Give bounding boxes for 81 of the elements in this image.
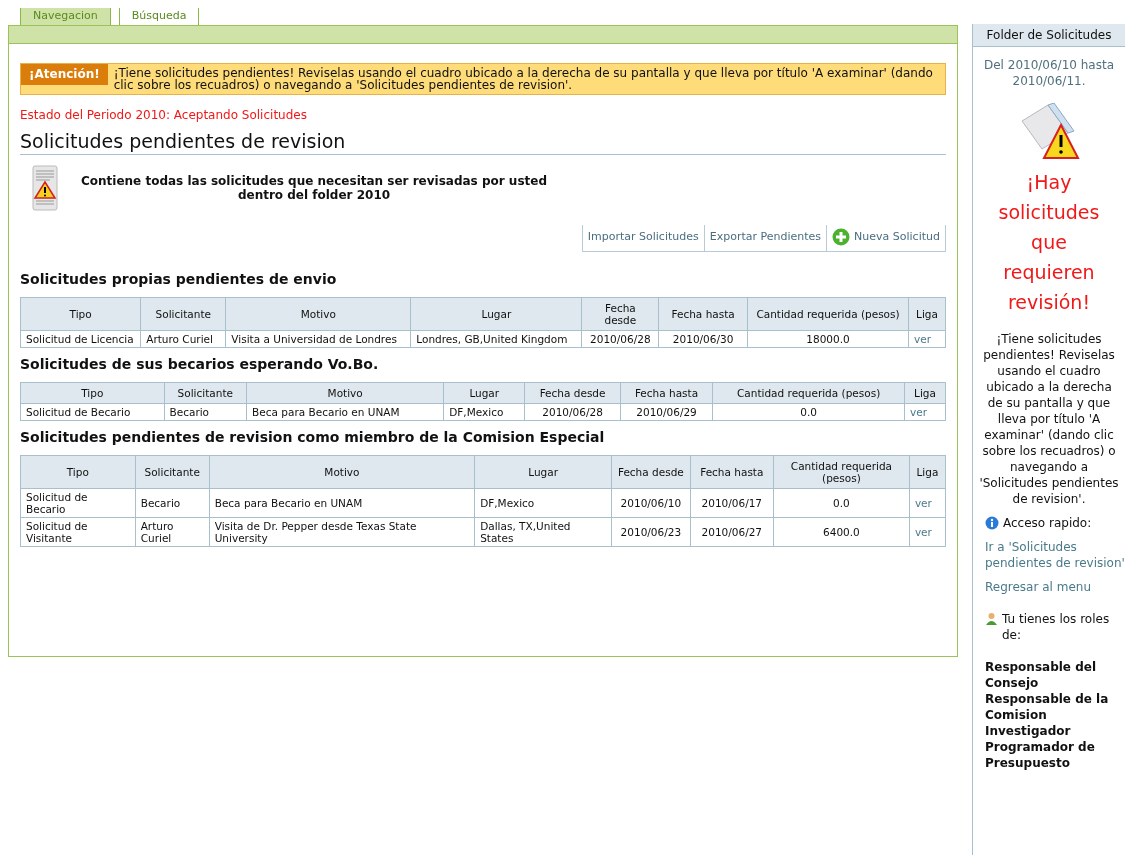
role-name: Responsable del Consejo xyxy=(985,659,1097,691)
sidebar-link[interactable]: Regresar al menu xyxy=(985,579,1125,595)
column-header: Fecha hasta xyxy=(658,297,748,331)
column-header: Tipo xyxy=(20,382,164,404)
table-cell: Londres, GB,United Kingdom xyxy=(410,330,582,348)
table-cell: Becario xyxy=(164,403,247,421)
column-header: Fecha desde xyxy=(611,455,691,489)
tab[interactable]: Navegacion xyxy=(20,8,111,25)
tab[interactable]: Búsqueda xyxy=(118,8,200,25)
table-cell: Beca para Becario en UNAM xyxy=(246,403,444,421)
pending-notice: ¡Tiene solicitudes pendientes! Reviselas usando el cuadro ubicado a la derecha de su pantalla y que lleva por título 'A examinar' (dando clic sobre los recuadros) o navegando a 'Solicitudes pendientes de revision'. xyxy=(978,331,1120,507)
column-header: Fecha desde xyxy=(581,297,659,331)
roles-label: Tu tienes los roles de: xyxy=(1002,611,1111,643)
role-name: Responsable de la Comision xyxy=(985,691,1110,723)
table-cell: Solicitud de Licencia xyxy=(20,330,141,348)
column-header: Lugar xyxy=(410,297,582,331)
table-cell: Solicitud de Visitante xyxy=(20,517,136,547)
sidebar-title: Folder de Solicitudes xyxy=(973,24,1125,47)
table-cell: Solicitud de Becario xyxy=(20,488,136,518)
add-icon xyxy=(832,227,851,246)
table-cell: 2010/06/27 xyxy=(690,517,774,547)
column-header: Liga xyxy=(904,382,946,404)
table-cell: Arturo Curiel xyxy=(140,330,226,348)
page-title: Solicitudes pendientes de revision xyxy=(20,130,946,155)
column-header: Motivo xyxy=(209,455,475,489)
table-cell: 2010/06/29 xyxy=(620,403,713,421)
alert-badge: ¡Atención! xyxy=(21,64,108,85)
column-header: Fecha hasta xyxy=(690,455,774,489)
column-header: Liga xyxy=(909,455,946,489)
column-header: Cantidad requerida (pesos) xyxy=(773,455,910,489)
column-header: Lugar xyxy=(443,382,525,404)
table-cell: Visita a Universidad de Londres xyxy=(225,330,411,348)
table-cell: 2010/06/17 xyxy=(690,488,774,518)
alert-message: ¡Tiene solicitudes pendientes! Reviselas usando el cuadro ubicado a la derecha de su pantalla y que lleva por título 'A examinar' (dando clic sobre los recuadros) o navegando a 'Solicitudes pendientes de revision'. xyxy=(112,65,934,94)
column-header: Motivo xyxy=(225,297,411,331)
quick-access-label: Acceso rapido: xyxy=(1003,515,1092,531)
action-link[interactable]: Exportar Pendientes xyxy=(703,224,827,252)
period-status: Estado del Periodo 2010: Aceptando Solicitudes xyxy=(20,107,308,124)
action-link[interactable]: Nueva Solicitud xyxy=(826,224,946,252)
action-link[interactable]: Importar Solicitudes xyxy=(581,224,704,252)
folder-description: Contiene todas las solicitudes que necesitan ser revisadas por usted dentro del folder 2010 xyxy=(80,173,548,202)
warning-message: ¡Hay solicitudes que requieren revisión! xyxy=(997,170,1101,315)
date-range: Del 2010/06/10 hasta 2010/06/11. xyxy=(983,57,1115,89)
role-name: Programador de Presupuesto xyxy=(985,739,1096,771)
section-title: Solicitudes de sus becarios esperando Vo.Bo. xyxy=(20,354,380,374)
table-cell: Dallas, TX,United States xyxy=(474,517,612,547)
table-cell: 2010/06/10 xyxy=(611,488,691,518)
column-header: Tipo xyxy=(20,297,141,331)
table-cell: 0.0 xyxy=(773,488,910,518)
column-header: Tipo xyxy=(20,455,136,489)
column-header: Lugar xyxy=(474,455,612,489)
user-icon xyxy=(985,612,998,625)
table-cell: 0.0 xyxy=(712,403,905,421)
table-cell: 18000.0 xyxy=(747,330,909,348)
table-cell: 2010/06/28 xyxy=(581,330,659,348)
table-cell: 2010/06/30 xyxy=(658,330,748,348)
table-cell: 2010/06/28 xyxy=(524,403,621,421)
table-cell: Visita de Dr. Pepper desde Texas State University xyxy=(209,517,475,547)
table-cell: DF,Mexico xyxy=(474,488,612,518)
info-icon xyxy=(985,516,999,530)
section-title: Solicitudes propias pendientes de envio xyxy=(20,269,338,289)
table-cell: DF,Mexico xyxy=(443,403,525,421)
column-header: Fecha desde xyxy=(524,382,621,404)
document-warning-icon xyxy=(32,164,58,211)
table-cell: 6400.0 xyxy=(773,517,910,547)
column-header: Motivo xyxy=(246,382,444,404)
sidebar-link[interactable]: Ir a 'Solicitudes pendientes de revision' xyxy=(985,539,1125,571)
section-title: Solicitudes pendientes de revision como miembro de la Comision Especial xyxy=(20,427,606,447)
table-cell: Becario xyxy=(135,488,210,518)
table-cell: Solicitud de Becario xyxy=(20,403,164,421)
table-cell: 2010/06/23 xyxy=(611,517,691,547)
column-header: Solicitante xyxy=(135,455,210,489)
column-header: Cantidad requerida (pesos) xyxy=(747,297,909,331)
table-cell: Beca para Becario en UNAM xyxy=(209,488,475,518)
column-header: Fecha hasta xyxy=(620,382,713,404)
role-name: Investigador xyxy=(985,723,1072,739)
column-header: Liga xyxy=(908,297,946,331)
column-header: Solicitante xyxy=(140,297,226,331)
column-header: Solicitante xyxy=(164,382,247,404)
column-header: Cantidad requerida (pesos) xyxy=(712,382,905,404)
table-cell: Arturo Curiel xyxy=(135,517,210,547)
